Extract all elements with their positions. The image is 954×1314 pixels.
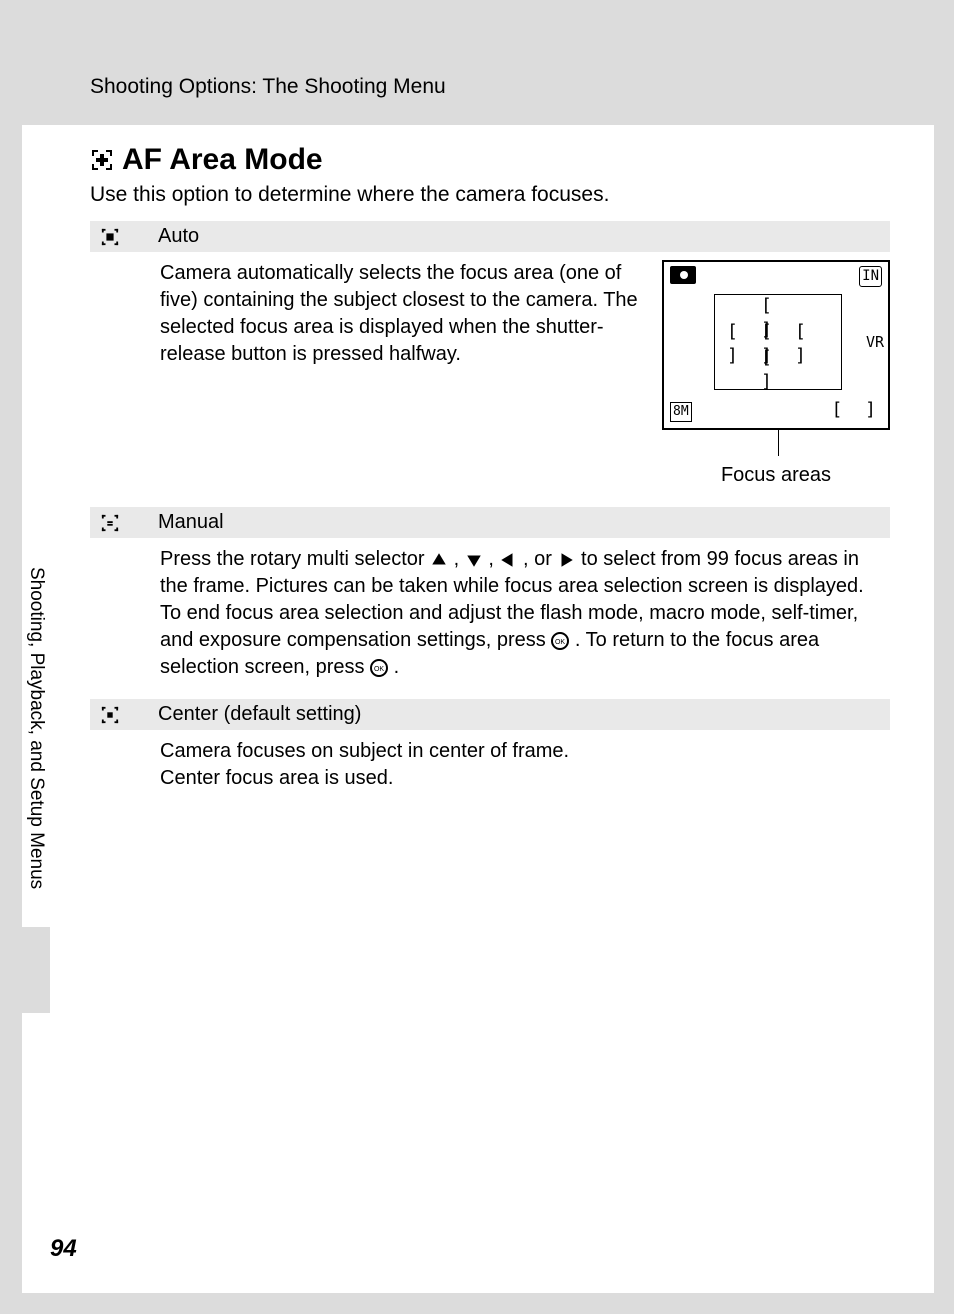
auto-af-icon	[96, 228, 124, 246]
side-tab-highlight	[22, 927, 50, 1013]
up-arrow-icon	[430, 551, 448, 569]
page-number: 94	[50, 1235, 77, 1263]
lcd-memory-icon: IN	[859, 266, 882, 287]
manual-text-2: ,	[454, 548, 465, 570]
title-text: AF Area Mode	[122, 143, 323, 177]
center-af-icon	[96, 706, 124, 724]
ok-button-icon: OK	[551, 632, 569, 650]
figure-caption: Focus areas	[662, 462, 890, 489]
manual-text-3: ,	[488, 548, 499, 570]
center-text-2: Center focus area is used.	[160, 767, 393, 789]
svg-text:OK: OK	[374, 666, 384, 673]
svg-text:OK: OK	[555, 639, 565, 646]
lcd-bracket-icon: [ ]	[831, 398, 882, 422]
right-arrow-icon	[557, 551, 575, 569]
page-title: AF Area Mode	[90, 143, 890, 177]
option-center-label: Center (default setting)	[158, 703, 361, 726]
option-manual-header: Manual	[90, 507, 890, 538]
camera-lcd: IN VR 8M [ ] [ ] [ ][ ][ ] [ ]	[662, 260, 890, 430]
side-tab: Shooting, Playback, and Setup Menus	[22, 559, 50, 1013]
manual-text-1: Press the rotary multi selector	[160, 548, 430, 570]
camera-mode-icon	[670, 266, 696, 284]
center-text-1: Camera focuses on subject in center of f…	[160, 740, 569, 762]
option-manual-body: Press the rotary multi selector , , , or…	[90, 538, 890, 699]
ok-button-icon: OK	[370, 659, 388, 677]
af-area-mode-icon	[90, 148, 114, 172]
manual-text-8: .	[394, 656, 400, 678]
lcd-size-icon: 8M	[670, 402, 692, 422]
auto-description: Camera automatically selects the focus a…	[160, 260, 644, 489]
breadcrumb: Shooting Options: The Shooting Menu	[90, 75, 934, 99]
callout-line	[778, 428, 779, 456]
option-auto-header: Auto	[90, 221, 890, 252]
option-manual-label: Manual	[158, 511, 224, 534]
focus-area-grid: [ ] [ ][ ][ ] [ ]	[727, 305, 829, 383]
option-center-header: Center (default setting)	[90, 699, 890, 730]
header-band: Shooting Options: The Shooting Menu	[22, 20, 934, 125]
left-arrow-icon	[499, 551, 517, 569]
camera-figure: IN VR 8M [ ] [ ] [ ][ ][ ] [ ] Focus are…	[662, 260, 890, 489]
down-arrow-icon	[465, 551, 483, 569]
intro-text: Use this option to determine where the c…	[90, 183, 890, 207]
focus-area-box: [ ] [ ][ ][ ] [ ]	[714, 294, 842, 390]
manual-text-4: , or	[523, 548, 557, 570]
manual-af-icon	[96, 514, 124, 532]
option-auto-body: Camera automatically selects the focus a…	[90, 252, 890, 507]
content: AF Area Mode Use this option to determin…	[22, 125, 934, 810]
option-center-body: Camera focuses on subject in center of f…	[90, 730, 890, 810]
manual-page: Shooting Options: The Shooting Menu AF A…	[22, 20, 934, 1293]
option-auto-label: Auto	[158, 225, 199, 248]
side-tab-text: Shooting, Playback, and Setup Menus	[25, 559, 47, 889]
lcd-vr-icon: VR	[866, 332, 884, 352]
